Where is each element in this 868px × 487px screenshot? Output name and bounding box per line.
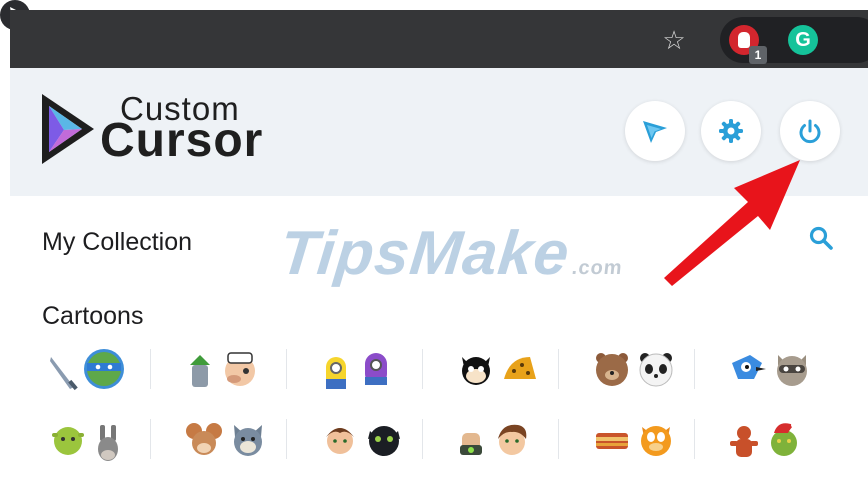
gear-icon <box>719 119 743 143</box>
watermark: TipsMake.com <box>276 218 628 289</box>
shrek-icon <box>48 419 88 459</box>
custom-cursor-logo-icon <box>42 94 94 164</box>
logo-text-bottom: Cursor <box>100 114 264 167</box>
blue-jay-icon <box>728 349 768 389</box>
donkey-icon <box>92 423 124 461</box>
bookmark-star-icon[interactable]: ☆ <box>656 22 692 58</box>
collection-title: My Collection <box>42 228 193 256</box>
grinch-icon <box>764 419 804 459</box>
search-icon <box>809 226 833 250</box>
cursor-pack[interactable] <box>314 413 446 465</box>
tom-cat-icon <box>228 419 268 459</box>
purple-minion-icon <box>356 349 396 389</box>
raccoon-icon <box>772 349 812 389</box>
cursor-pack[interactable] <box>42 413 174 465</box>
magic-bag-icon <box>500 349 540 389</box>
power-icon <box>799 119 821 144</box>
popeye-icon <box>220 349 260 389</box>
cursor-pack-row <box>42 413 868 465</box>
cursor-button[interactable] <box>625 101 685 161</box>
lasagna-icon <box>592 419 632 459</box>
watermark-main: TipsMake <box>276 219 574 288</box>
power-button[interactable] <box>780 101 840 161</box>
cursor-arrow-icon <box>643 121 667 143</box>
cursor-pack[interactable] <box>586 413 718 465</box>
cursor-pack[interactable] <box>450 413 582 465</box>
sword-cursor-icon <box>48 353 80 391</box>
watermark-suffix: .com <box>570 257 624 279</box>
cursor-pack[interactable] <box>314 343 446 395</box>
cursor-pack[interactable] <box>586 343 718 395</box>
grammarly-icon[interactable]: G <box>788 25 818 55</box>
extension-badge: 1 <box>749 46 767 64</box>
hiccup-icon <box>320 419 360 459</box>
category-title: Cartoons <box>42 302 144 330</box>
cursor-pack-row <box>42 343 868 395</box>
gingerbread-icon <box>728 423 760 457</box>
cursor-pack[interactable] <box>722 413 854 465</box>
panda-bear-icon <box>636 349 676 389</box>
ben-ten-icon <box>492 419 532 459</box>
ninja-turtle-icon <box>84 349 124 389</box>
jerry-mouse-icon <box>184 419 224 459</box>
settings-button[interactable] <box>701 101 761 161</box>
garfield-icon <box>636 419 676 459</box>
yellow-minion-icon <box>320 353 352 389</box>
omnitrix-hand-icon <box>456 423 488 455</box>
toothless-dragon-icon <box>364 419 404 459</box>
felix-cat-icon <box>456 349 496 389</box>
search-button[interactable] <box>803 220 839 256</box>
spinach-can-icon <box>184 353 216 387</box>
grizzly-bear-icon <box>592 349 632 389</box>
cursor-pack[interactable] <box>722 343 854 395</box>
cursor-pack[interactable] <box>178 413 310 465</box>
browser-toolbar: ☆ 1 G <box>0 0 868 68</box>
cursor-pack[interactable] <box>178 343 310 395</box>
cursor-pack[interactable] <box>42 343 174 395</box>
cursor-pack[interactable] <box>450 343 582 395</box>
